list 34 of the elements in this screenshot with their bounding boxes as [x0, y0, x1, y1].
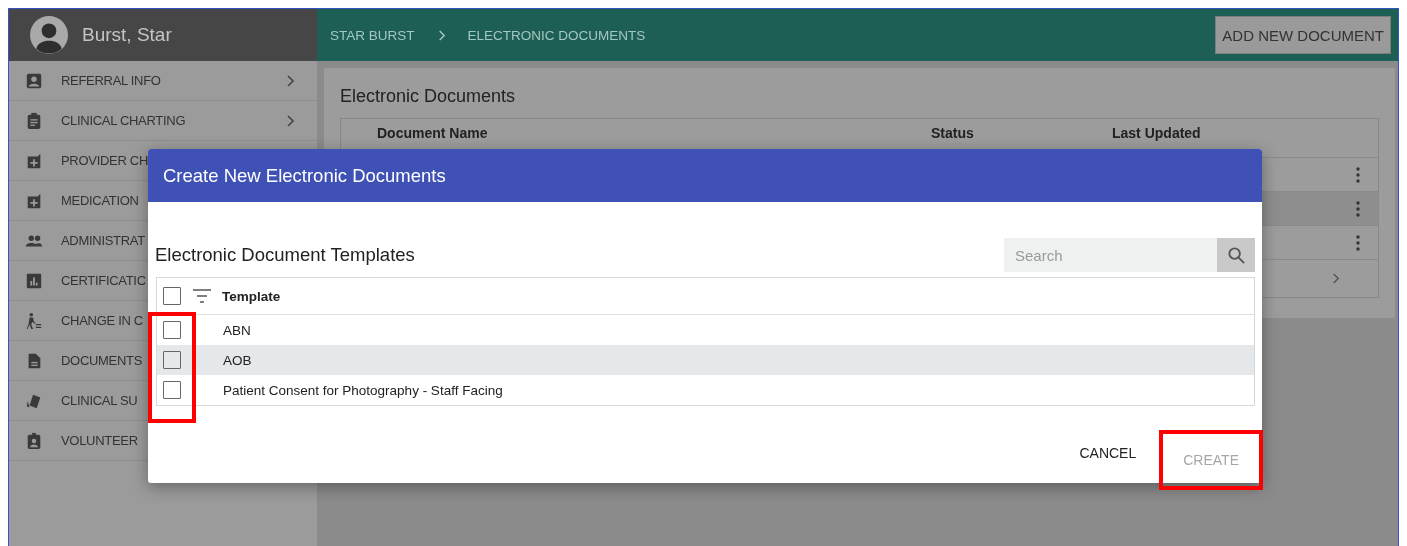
more-options-icon — [1356, 166, 1360, 183]
bar-chart-icon — [25, 271, 43, 290]
column-header: Document Name — [377, 125, 489, 141]
section-title: Electronic Document Templates — [155, 244, 416, 266]
clipboard-icon — [25, 111, 43, 130]
person-card-icon — [25, 71, 43, 90]
template-row[interactable]: AOB — [157, 345, 1254, 375]
column-header: Template — [222, 288, 281, 304]
select-all-checkbox[interactable] — [163, 287, 181, 305]
id-badge-icon — [25, 431, 43, 450]
add-document-button[interactable]: ADD NEW DOCUMENT — [1215, 16, 1391, 54]
sidebar-item[interactable]: CLINICAL CHARTING — [9, 101, 317, 141]
search-field[interactable]: Search — [1004, 238, 1217, 272]
dialog-title: Create New Electronic Documents — [163, 164, 446, 187]
column-header: Status — [931, 125, 975, 141]
card-title: Electronic Documents — [340, 86, 517, 107]
more-options-icon — [1356, 234, 1360, 251]
column-header: Last Updated — [1112, 125, 1202, 141]
row-checkbox[interactable] — [163, 381, 181, 399]
search-icon — [1226, 245, 1246, 265]
filter-icon — [192, 288, 212, 304]
avatar-icon — [30, 16, 68, 54]
breadcrumb-link[interactable]: ELECTRONIC DOCUMENTS — [467, 27, 646, 43]
chevron-right-icon — [1331, 272, 1340, 285]
walking-person-icon — [25, 311, 43, 330]
sidebar-item[interactable]: REFERRAL INFO — [9, 61, 317, 101]
search-button[interactable] — [1217, 238, 1255, 272]
row-checkbox[interactable] — [163, 351, 181, 369]
user-name: Burst, Star — [82, 24, 172, 46]
row-checkbox[interactable] — [163, 321, 181, 339]
chevron-right-icon — [436, 28, 446, 42]
breadcrumb-link[interactable]: STAR BURST — [330, 27, 415, 43]
cancel-button[interactable]: CANCEL — [1066, 432, 1150, 474]
more-options-icon — [1356, 200, 1360, 217]
